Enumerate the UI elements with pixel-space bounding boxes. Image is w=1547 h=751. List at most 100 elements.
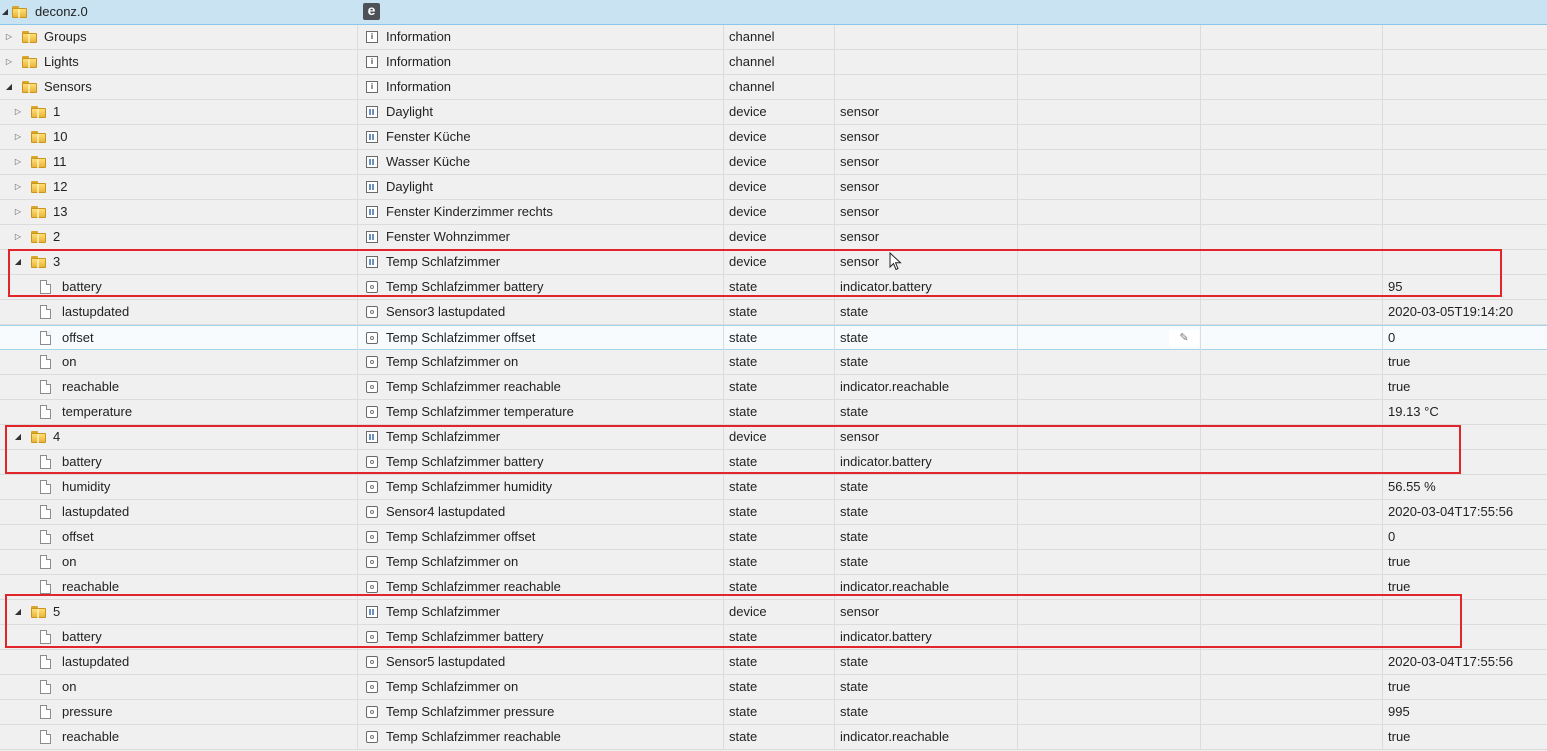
expand-toggle-icon[interactable]: ▷ bbox=[5, 25, 13, 49]
state-icon bbox=[366, 406, 378, 418]
tree-row[interactable]: on Temp Schlafzimmer on state state true bbox=[0, 550, 1547, 575]
tree-row[interactable]: reachable Temp Schlafzimmer reachable stat… bbox=[0, 375, 1547, 400]
value-cell[interactable]: 95 bbox=[1383, 275, 1547, 299]
name-cell: ▷ 10 bbox=[0, 125, 358, 149]
tree-row[interactable]: ▷ 11 Wasser Küche device sensor bbox=[0, 150, 1547, 175]
tree-row[interactable]: reachable Temp Schlafzimmer reachable stat… bbox=[0, 725, 1547, 750]
value-cell[interactable] bbox=[1383, 75, 1547, 99]
name-cell: ▷ 12 bbox=[0, 175, 358, 199]
value-cell[interactable] bbox=[1383, 50, 1547, 74]
value-cell[interactable]: true bbox=[1383, 575, 1547, 599]
value-cell[interactable]: true bbox=[1383, 675, 1547, 699]
edit-button[interactable]: ✎ bbox=[1169, 330, 1199, 347]
tree-row[interactable]: ◢ 5 Temp Schlafzimmer device sensor bbox=[0, 600, 1547, 625]
collapse-toggle-icon[interactable]: ◢ bbox=[1, 0, 9, 24]
name-cell: ◢ deconz.0 bbox=[0, 0, 357, 24]
role-cell: sensor bbox=[835, 125, 1018, 149]
collapse-toggle-icon[interactable]: ◢ bbox=[14, 425, 22, 449]
object-type: device bbox=[729, 429, 767, 444]
value-cell[interactable] bbox=[1383, 450, 1547, 474]
object-description: Temp Schlafzimmer reachable bbox=[386, 579, 561, 594]
expand-toggle-icon[interactable]: ▷ bbox=[14, 225, 22, 249]
tree-row[interactable]: ▷ 1 Daylight device sensor bbox=[0, 100, 1547, 125]
object-role: indicator.battery bbox=[840, 279, 932, 294]
object-description: Temp Schlafzimmer on bbox=[386, 554, 519, 569]
value-cell[interactable] bbox=[1383, 125, 1547, 149]
tree-row[interactable]: ▷ 2 Fenster Wohnzimmer device sensor bbox=[0, 225, 1547, 250]
tree-row[interactable]: on Temp Schlafzimmer on state state true bbox=[0, 350, 1547, 375]
object-role: sensor bbox=[840, 429, 880, 444]
value-cell[interactable] bbox=[1383, 425, 1547, 449]
expand-toggle-icon[interactable]: ▷ bbox=[14, 100, 22, 124]
value-cell[interactable]: true bbox=[1383, 375, 1547, 399]
function-cell bbox=[1201, 100, 1383, 124]
expand-toggle-icon[interactable]: ▷ bbox=[14, 175, 22, 199]
value-cell[interactable] bbox=[1383, 175, 1547, 199]
tree-row[interactable]: ▷ Lights Information channel bbox=[0, 50, 1547, 75]
object-type: device bbox=[729, 104, 767, 119]
type-cell: state bbox=[724, 650, 835, 674]
type-cell: state bbox=[724, 550, 835, 574]
value-cell[interactable]: true bbox=[1383, 350, 1547, 374]
value-cell[interactable] bbox=[1383, 600, 1547, 624]
expand-toggle-icon[interactable]: ▷ bbox=[14, 150, 22, 174]
tree-row[interactable]: reachable Temp Schlafzimmer reachable stat… bbox=[0, 575, 1547, 600]
value-cell[interactable]: true bbox=[1383, 725, 1547, 749]
tree-row[interactable]: on Temp Schlafzimmer on state state true bbox=[0, 675, 1547, 700]
value-cell[interactable]: 19.13 °C bbox=[1383, 400, 1547, 424]
tree-row[interactable]: lastupdated Sensor5 lastupdated state state… bbox=[0, 650, 1547, 675]
tree-row[interactable]: battery Temp Schlafzimmer battery state ind… bbox=[0, 450, 1547, 475]
value-cell[interactable]: 56.55 % bbox=[1383, 475, 1547, 499]
value-cell[interactable]: 0 bbox=[1383, 326, 1547, 350]
value-cell[interactable]: 2020-03-04T17:55:56 bbox=[1383, 500, 1547, 524]
object-value: 19.13 °C bbox=[1388, 404, 1439, 419]
value-cell[interactable] bbox=[1383, 100, 1547, 124]
value-cell[interactable]: 995 bbox=[1383, 700, 1547, 724]
value-cell[interactable] bbox=[1383, 25, 1547, 49]
tree-root-row[interactable]: ◢ deconz.0 e bbox=[0, 0, 1547, 25]
room-cell bbox=[1018, 300, 1201, 324]
desc-cell: Sensor4 lastupdated bbox=[358, 500, 724, 524]
device-icon bbox=[366, 181, 378, 193]
collapse-toggle-icon[interactable]: ◢ bbox=[5, 75, 13, 99]
value-cell[interactable] bbox=[1383, 150, 1547, 174]
value-cell[interactable] bbox=[1383, 200, 1547, 224]
tree-row[interactable]: battery Temp Schlafzimmer battery state ind… bbox=[0, 275, 1547, 300]
tree-row[interactable]: lastupdated Sensor4 lastupdated state state… bbox=[0, 500, 1547, 525]
value-cell[interactable]: true bbox=[1383, 550, 1547, 574]
object-name: 10 bbox=[53, 129, 68, 144]
device-icon bbox=[366, 131, 378, 143]
tree-row[interactable]: ◢ 3 Temp Schlafzimmer device sensor bbox=[0, 250, 1547, 275]
tree-row[interactable]: offset Temp Schlafzimmer offset state state… bbox=[0, 325, 1547, 350]
state-icon bbox=[366, 356, 378, 368]
tree-row[interactable]: ▷ 12 Daylight device sensor bbox=[0, 175, 1547, 200]
tree-row[interactable]: ▷ 13 Fenster Kinderzimmer rechts device sens… bbox=[0, 200, 1547, 225]
expand-toggle-icon[interactable]: ▷ bbox=[5, 50, 13, 74]
type-cell: state bbox=[724, 326, 835, 350]
expand-toggle-icon[interactable]: ▷ bbox=[14, 200, 22, 224]
value-cell[interactable]: 2020-03-05T19:14:20 bbox=[1383, 300, 1547, 324]
object-role: sensor bbox=[840, 229, 880, 244]
tree-row[interactable]: ◢ 4 Temp Schlafzimmer device sensor bbox=[0, 425, 1547, 450]
tree-row[interactable]: pressure Temp Schlafzimmer pressure state s… bbox=[0, 700, 1547, 725]
value-cell[interactable]: 2020-03-04T17:55:56 bbox=[1383, 650, 1547, 674]
value-cell[interactable]: 0 bbox=[1383, 525, 1547, 549]
tree-row[interactable]: battery Temp Schlafzimmer battery state ind… bbox=[0, 625, 1547, 650]
tree-row[interactable]: ▷ Groups Information channel bbox=[0, 25, 1547, 50]
room-cell bbox=[1018, 25, 1201, 49]
tree-row[interactable]: offset Temp Schlafzimmer offset state state… bbox=[0, 525, 1547, 550]
collapse-toggle-icon[interactable]: ◢ bbox=[14, 250, 22, 274]
tree-row[interactable]: ◢ Sensors Information channel bbox=[0, 75, 1547, 100]
tree-row[interactable]: ▷ 10 Fenster Küche device sensor bbox=[0, 125, 1547, 150]
value-cell[interactable] bbox=[1383, 625, 1547, 649]
collapse-toggle-icon[interactable]: ◢ bbox=[14, 600, 22, 624]
value-cell[interactable] bbox=[1383, 225, 1547, 249]
expand-toggle-icon[interactable]: ▷ bbox=[14, 125, 22, 149]
role-cell bbox=[835, 50, 1018, 74]
value-cell[interactable] bbox=[1383, 250, 1547, 274]
name-cell: ◢ 3 bbox=[0, 250, 358, 274]
name-cell: ◢ Sensors bbox=[0, 75, 358, 99]
tree-row[interactable]: lastupdated Sensor3 lastupdated state state… bbox=[0, 300, 1547, 325]
tree-row[interactable]: humidity Temp Schlafzimmer humidity state s… bbox=[0, 475, 1547, 500]
tree-row[interactable]: temperature Temp Schlafzimmer temperature… bbox=[0, 400, 1547, 425]
